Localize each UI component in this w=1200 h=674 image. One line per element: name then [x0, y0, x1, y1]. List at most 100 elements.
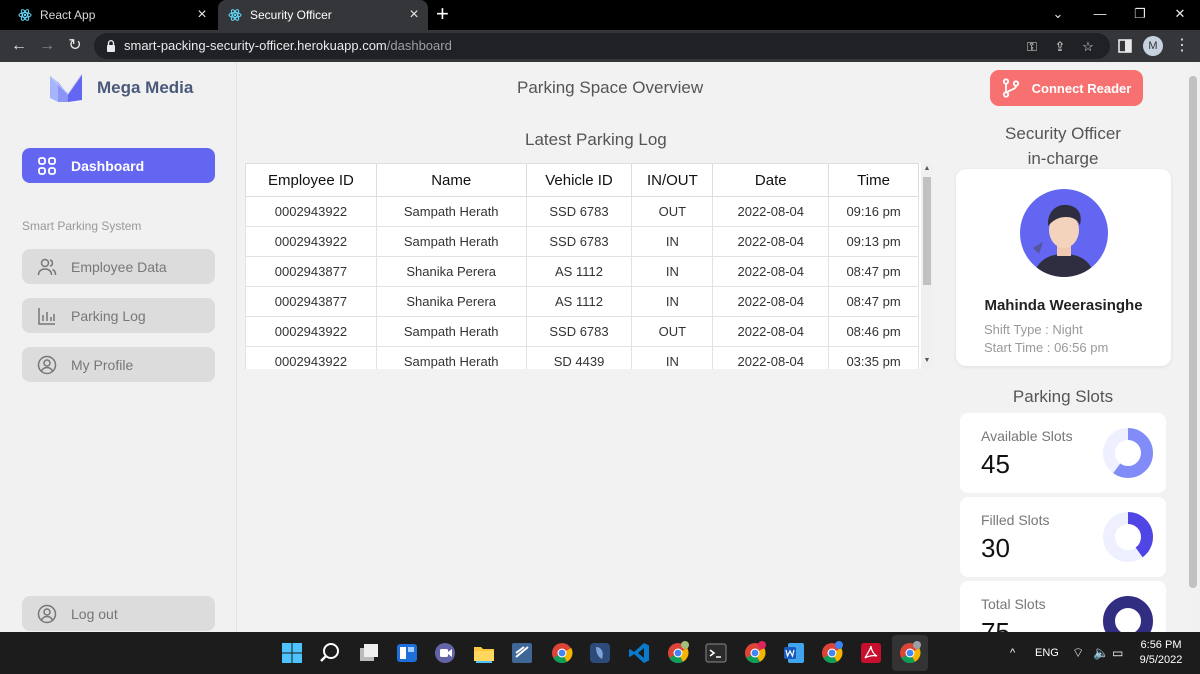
column-header: Name [375, 163, 527, 197]
file-explorer-icon[interactable] [472, 641, 496, 665]
new-tab-plus-icon[interactable]: + [436, 3, 449, 25]
page-scrollbar[interactable] [1186, 62, 1200, 632]
column-header: Date [712, 163, 830, 197]
volume-icon[interactable]: 🔈 [1093, 632, 1109, 674]
officer-title-line: Security Officer [1005, 124, 1121, 143]
slot-value: 75 [981, 617, 1010, 632]
share-icon[interactable]: ⇪ [1052, 39, 1068, 55]
officer-card: Mahinda Weerasinghe Shift Type : Night S… [956, 169, 1171, 366]
cell-date: 2022-08-04 [712, 226, 830, 257]
terminal-icon[interactable] [704, 641, 728, 665]
vscode-icon[interactable] [627, 641, 651, 665]
clock-date: 9/5/2022 [1139, 654, 1183, 666]
sidebar-item-label: My Profile [71, 356, 134, 373]
cell-vehicle-id: SSD 6783 [525, 316, 633, 347]
table-scrollbar-thumb[interactable] [923, 177, 931, 285]
git-branch-icon [1002, 78, 1019, 98]
reload-icon[interactable]: ↻ [61, 30, 89, 62]
cell-vehicle-id: SSD 6783 [525, 226, 633, 257]
chrome-profile-icon[interactable] [820, 641, 844, 665]
app-icon[interactable] [588, 641, 612, 665]
slot-value: 45 [981, 449, 1010, 479]
forward-arrow-icon[interactable]: → [33, 30, 61, 62]
tray-overflow-chevron-icon[interactable]: ^ [1010, 632, 1015, 674]
browser-menu-icon[interactable]: ⋮ [1172, 30, 1192, 62]
slot-card-filled: Filled Slots 30 [960, 497, 1166, 577]
browser-toolbar: ← → ↻ smart-packing-security-officer.her… [0, 30, 1200, 62]
profile-avatar[interactable]: M [1143, 36, 1163, 56]
cell-time: 08:46 pm [828, 316, 919, 347]
chrome-profile-icon[interactable] [743, 641, 767, 665]
cell-vehicle-id: SSD 6783 [525, 196, 633, 227]
slot-label: Filled Slots [981, 512, 1050, 528]
browser-tab-strip: React App × Security Officer × + ⌄ — ❐ ✕ [0, 0, 1200, 30]
column-header: Employee ID [245, 163, 377, 197]
slot-card-total: Total Slots 75 [960, 581, 1166, 632]
cell-in-out: OUT [631, 196, 714, 227]
table-scrollbar[interactable]: ▲ ▼ [921, 163, 933, 369]
tab-security-officer[interactable]: Security Officer × [218, 0, 428, 30]
battery-icon[interactable]: ▭ [1112, 632, 1123, 674]
cell-employee-id: 0002943877 [245, 256, 377, 287]
tab-search-chevron-icon[interactable]: ⌄ [1038, 0, 1078, 30]
sidebar-item-employee-data[interactable]: Employee Data [22, 249, 215, 284]
officer-name: Mahinda Weerasinghe [984, 297, 1143, 314]
side-panel-icon[interactable] [1117, 38, 1133, 54]
slot-label: Total Slots [981, 596, 1046, 612]
scroll-up-arrow-icon[interactable]: ▲ [921, 165, 933, 172]
brand[interactable]: Mega Media [48, 72, 193, 104]
page-scrollbar-thumb[interactable] [1189, 76, 1197, 588]
teams-chat-icon[interactable] [433, 641, 457, 665]
tab-close-icon[interactable]: × [192, 6, 212, 24]
cell-name: Sampath Herath [375, 316, 527, 347]
chrome-profile-icon[interactable] [898, 641, 922, 665]
scroll-down-arrow-icon[interactable]: ▼ [921, 357, 933, 364]
tab-react-app[interactable]: React App × [8, 0, 216, 30]
address-bar[interactable]: smart-packing-security-officer.herokuapp… [94, 33, 1110, 59]
brand-name: Mega Media [97, 78, 194, 97]
connect-reader-label: Connect Reader [1031, 80, 1132, 96]
connect-reader-button[interactable]: Connect Reader [990, 70, 1143, 106]
table-header-row: Employee ID Name Vehicle ID IN/OUT Date … [245, 163, 919, 197]
cell-time: 09:16 pm [828, 196, 919, 227]
cell-employee-id: 0002943877 [245, 286, 377, 317]
key-icon[interactable]: ⚿ [1024, 39, 1040, 55]
system-clock[interactable]: 6:56 PM 9/5/2022 [1128, 638, 1194, 668]
windows-start-icon[interactable] [280, 641, 304, 665]
cell-employee-id: 0002943922 [245, 196, 377, 227]
acrobat-icon[interactable] [859, 641, 883, 665]
table-row: 0002943922 Sampath Herath SD 4439 IN 202… [245, 346, 919, 369]
user-circle-icon [37, 355, 57, 374]
parking-log-title: Latest Parking Log [525, 130, 667, 149]
sidebar-item-label: Parking Log [71, 307, 146, 324]
sidebar-item-my-profile[interactable]: My Profile [22, 347, 215, 382]
app-root: Mega Media Dashboard Smart Parking Syste… [0, 62, 1186, 632]
wifi-icon[interactable]: ⌔ [1072, 632, 1084, 674]
cell-vehicle-id: AS 1112 [525, 286, 633, 317]
url-text: smart-packing-security-officer.herokuapp… [124, 33, 452, 59]
parking-log-table-container[interactable]: Employee ID Name Vehicle ID IN/OUT Date … [245, 163, 932, 369]
language-indicator[interactable]: ENG [1035, 632, 1059, 674]
back-arrow-icon[interactable]: ← [5, 30, 33, 62]
tab-close-icon[interactable]: × [404, 6, 424, 24]
chrome-icon[interactable] [550, 641, 574, 665]
search-icon[interactable] [318, 641, 342, 665]
widgets-icon[interactable] [395, 641, 419, 665]
grid-icon [38, 156, 56, 175]
logout-button[interactable]: Log out [22, 596, 215, 631]
maximize-icon[interactable]: ❐ [1120, 0, 1160, 30]
react-icon [228, 9, 242, 21]
sidebar-item-parking-log[interactable]: Parking Log [22, 298, 215, 333]
sidebar-item-dashboard[interactable]: Dashboard [22, 148, 215, 183]
officer-section-title: Security Officer in-charge [948, 121, 1178, 171]
word-icon[interactable] [782, 641, 806, 665]
cell-time: 03:35 pm [828, 346, 919, 369]
bookmark-star-icon[interactable]: ☆ [1080, 39, 1096, 55]
sublime-text-icon[interactable] [510, 641, 534, 665]
task-view-icon[interactable] [357, 641, 381, 665]
chrome-profile-icon[interactable] [666, 641, 690, 665]
logout-label: Log out [71, 605, 118, 622]
cell-in-out: IN [631, 256, 714, 287]
minimize-icon[interactable]: — [1080, 0, 1120, 30]
close-window-icon[interactable]: ✕ [1160, 0, 1200, 30]
